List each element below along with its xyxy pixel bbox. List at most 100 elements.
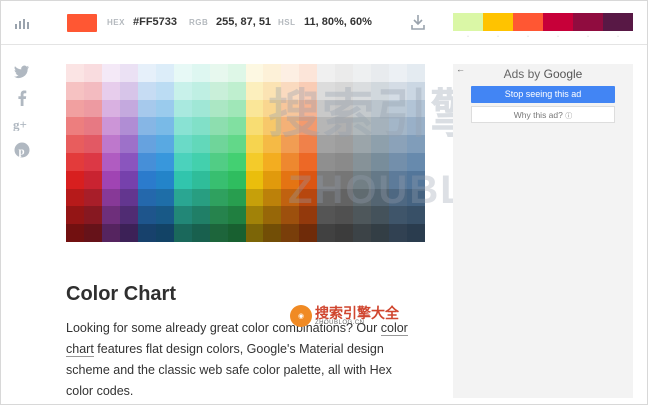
color-cell[interactable] (245, 224, 264, 242)
color-cell[interactable] (66, 99, 84, 118)
color-cell[interactable] (371, 135, 390, 153)
color-cell[interactable] (281, 188, 300, 207)
color-cell[interactable] (317, 135, 336, 153)
color-cell[interactable] (119, 117, 138, 136)
color-cell[interactable] (281, 99, 300, 118)
color-cell[interactable] (317, 188, 336, 207)
color-cell[interactable] (155, 117, 174, 136)
color-cell[interactable] (227, 170, 246, 189)
color-cell[interactable] (371, 206, 390, 225)
current-color-swatch[interactable] (67, 14, 97, 32)
color-cell[interactable] (335, 224, 354, 242)
color-cell[interactable] (66, 81, 84, 100)
color-cell[interactable] (209, 206, 228, 225)
color-cell[interactable] (155, 224, 174, 242)
color-cell[interactable] (137, 135, 156, 153)
color-cell[interactable] (173, 188, 192, 207)
color-cell[interactable] (209, 135, 228, 153)
color-cell[interactable] (407, 64, 425, 82)
color-cell[interactable] (173, 152, 192, 171)
color-cell[interactable] (407, 170, 425, 189)
color-cell[interactable] (371, 152, 390, 171)
color-cell[interactable] (263, 81, 282, 100)
palette-swatch[interactable] (453, 13, 483, 31)
color-cell[interactable] (173, 117, 192, 136)
color-cell[interactable] (263, 117, 282, 136)
color-cell[interactable] (83, 188, 102, 207)
color-cell[interactable] (66, 152, 84, 171)
color-cell[interactable] (263, 64, 282, 82)
color-cell[interactable] (83, 64, 102, 82)
color-cell[interactable] (83, 152, 102, 171)
color-cell[interactable] (119, 64, 138, 82)
color-cell[interactable] (407, 224, 425, 242)
color-cell[interactable] (317, 224, 336, 242)
color-cell[interactable] (101, 99, 120, 118)
color-cell[interactable] (101, 81, 120, 100)
color-cell[interactable] (137, 117, 156, 136)
color-cell[interactable] (389, 99, 408, 118)
color-cell[interactable] (191, 99, 210, 118)
color-cell[interactable] (389, 188, 408, 207)
color-cell[interactable] (83, 81, 102, 100)
color-cell[interactable] (407, 117, 425, 136)
color-cell[interactable] (137, 99, 156, 118)
color-cell[interactable] (281, 64, 300, 82)
color-cell[interactable] (371, 224, 390, 242)
palette-swatch[interactable] (573, 13, 603, 31)
color-cell[interactable] (173, 206, 192, 225)
color-cell[interactable] (227, 117, 246, 136)
color-cell[interactable] (101, 64, 120, 82)
color-cell[interactable] (245, 135, 264, 153)
color-cell[interactable] (245, 206, 264, 225)
color-cell[interactable] (66, 64, 84, 82)
color-cell[interactable] (119, 135, 138, 153)
color-cell[interactable] (227, 64, 246, 82)
color-cell[interactable] (101, 117, 120, 136)
color-cell[interactable] (389, 152, 408, 171)
color-cell[interactable] (353, 188, 372, 207)
color-cell[interactable] (245, 99, 264, 118)
color-cell[interactable] (155, 170, 174, 189)
color-cell[interactable] (191, 117, 210, 136)
color-cell[interactable] (209, 152, 228, 171)
color-cell[interactable] (66, 188, 84, 207)
color-cell[interactable] (263, 206, 282, 225)
color-cell[interactable] (209, 170, 228, 189)
color-cell[interactable] (407, 99, 425, 118)
color-cell[interactable] (317, 170, 336, 189)
color-cell[interactable] (83, 117, 102, 136)
color-cell[interactable] (353, 135, 372, 153)
color-cell[interactable] (191, 64, 210, 82)
color-cell[interactable] (245, 152, 264, 171)
color-cell[interactable] (371, 170, 390, 189)
color-cell[interactable] (299, 152, 318, 171)
color-cell[interactable] (353, 224, 372, 242)
color-cell[interactable] (173, 64, 192, 82)
color-cell[interactable] (227, 224, 246, 242)
color-cell[interactable] (173, 99, 192, 118)
color-cell[interactable] (83, 170, 102, 189)
color-cell[interactable] (263, 188, 282, 207)
color-cell[interactable] (101, 188, 120, 207)
color-cell[interactable] (389, 206, 408, 225)
color-cell[interactable] (281, 81, 300, 100)
color-cell[interactable] (227, 135, 246, 153)
color-cell[interactable] (209, 99, 228, 118)
color-cell[interactable] (281, 152, 300, 171)
color-cell[interactable] (191, 170, 210, 189)
stop-seeing-ad-button[interactable]: Stop seeing this ad (471, 86, 615, 103)
color-cell[interactable] (155, 188, 174, 207)
google-plus-icon[interactable]: g+ (12, 114, 32, 134)
color-cell[interactable] (245, 170, 264, 189)
palette-swatch[interactable] (483, 13, 513, 31)
color-cell[interactable] (227, 152, 246, 171)
color-cell[interactable] (335, 206, 354, 225)
palette-swatch[interactable] (513, 13, 543, 31)
color-cell[interactable] (209, 188, 228, 207)
color-cell[interactable] (335, 64, 354, 82)
color-cell[interactable] (101, 170, 120, 189)
color-cell[interactable] (155, 64, 174, 82)
color-cell[interactable] (173, 135, 192, 153)
color-cell[interactable] (209, 81, 228, 100)
